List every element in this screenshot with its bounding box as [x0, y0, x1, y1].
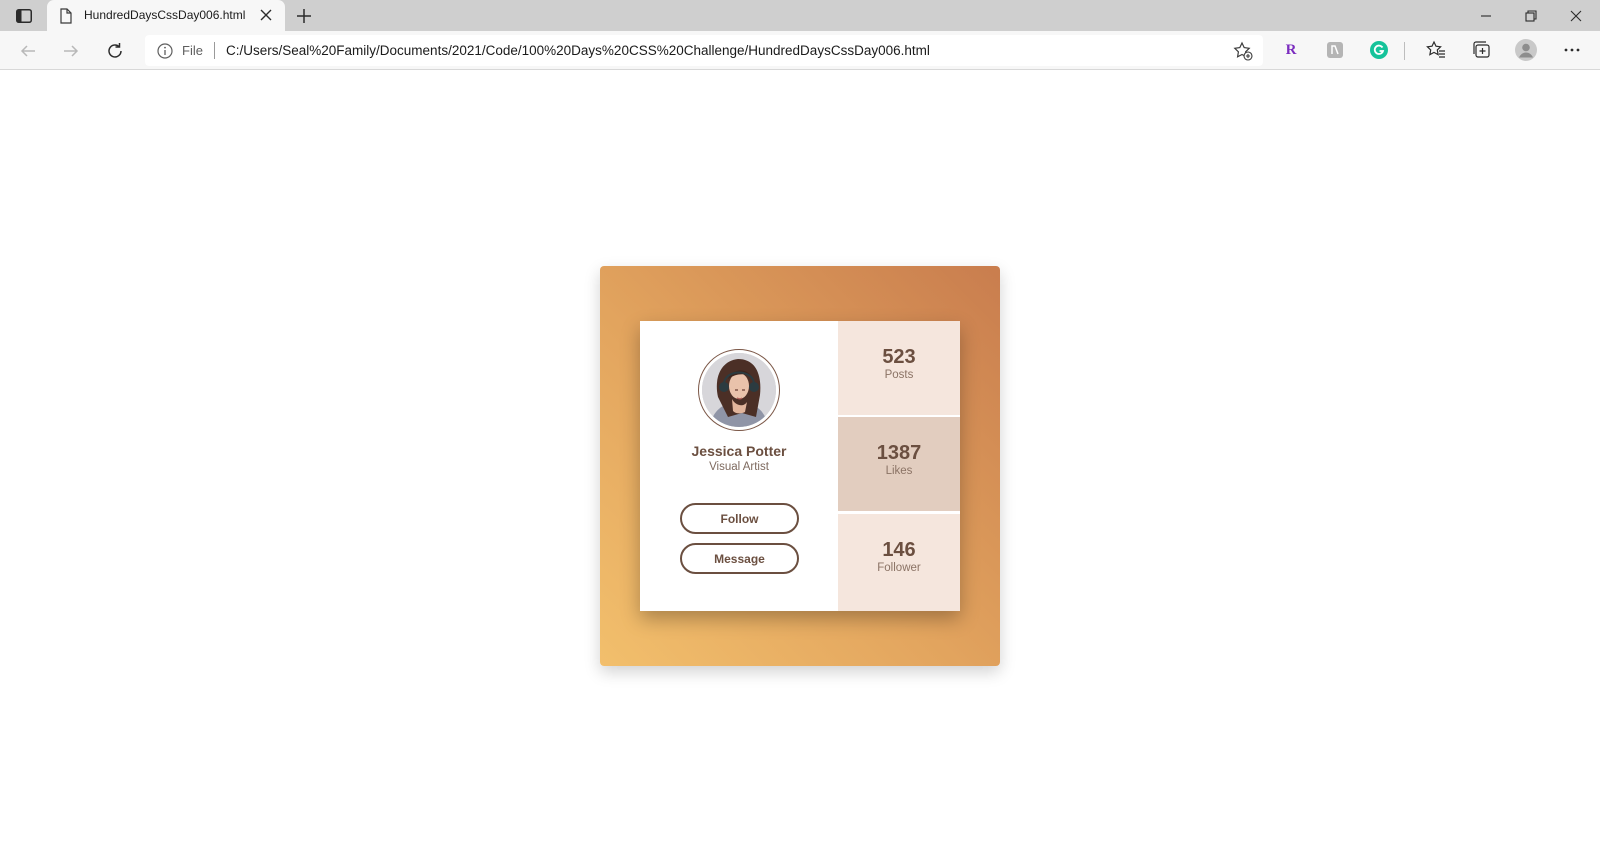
stat-label: Posts — [884, 369, 914, 381]
follow-button[interactable]: Follow — [680, 503, 799, 534]
info-icon[interactable] — [157, 43, 173, 59]
refresh-icon[interactable] — [103, 39, 127, 63]
scheme-label: File — [182, 43, 203, 58]
profile-name: Jessica Potter — [691, 443, 787, 459]
avatar-photo — [702, 353, 776, 427]
browser-toolbar: File C:/Users/Seal%20Family/Documents/20… — [0, 31, 1600, 70]
file-icon — [59, 8, 73, 24]
add-favorite-icon[interactable] — [1233, 41, 1253, 61]
restore-icon[interactable] — [1519, 4, 1543, 28]
profile-info-panel: Jessica Potter Visual Artist Follow Mess… — [640, 321, 838, 611]
browser-tab[interactable]: HundredDaysCssDay006.html — [47, 0, 285, 31]
stat-followers: 146 Follower — [838, 514, 960, 611]
address-bar[interactable]: File C:/Users/Seal%20Family/Documents/20… — [145, 35, 1263, 66]
collections-icon[interactable] — [1470, 39, 1492, 61]
avatar — [698, 349, 780, 431]
grammarly-icon[interactable] — [1368, 39, 1390, 61]
extension-r-icon[interactable]: R — [1280, 39, 1302, 61]
back-icon[interactable] — [16, 39, 40, 63]
gradient-frame: Jessica Potter Visual Artist Follow Mess… — [600, 266, 1000, 666]
favorites-icon[interactable] — [1425, 39, 1447, 61]
stat-value: 146 — [882, 539, 916, 561]
tab-actions-icon[interactable] — [14, 6, 34, 26]
profile-card: Jessica Potter Visual Artist Follow Mess… — [640, 321, 960, 611]
stat-posts: 523 Posts — [838, 321, 960, 415]
forward-icon[interactable] — [59, 39, 83, 63]
address-divider — [214, 42, 215, 59]
toolbar-divider — [1404, 42, 1405, 60]
message-button[interactable]: Message — [680, 543, 799, 574]
new-tab-icon[interactable] — [294, 6, 314, 26]
stat-value: 1387 — [876, 442, 922, 464]
settings-more-icon[interactable] — [1561, 39, 1583, 61]
stat-label: Likes — [885, 465, 913, 477]
url-text[interactable]: C:/Users/Seal%20Family/Documents/2021/Co… — [226, 43, 930, 58]
close-window-icon[interactable] — [1564, 4, 1588, 28]
title-bar: HundredDaysCssDay006.html — [0, 0, 1600, 31]
stat-value: 523 — [882, 346, 916, 368]
profile-avatar-icon[interactable] — [1515, 39, 1537, 61]
profile-role: Visual Artist — [709, 461, 769, 473]
minimize-icon[interactable] — [1474, 4, 1498, 28]
stat-likes: 1387 Likes — [838, 417, 960, 511]
close-tab-icon[interactable] — [259, 8, 273, 22]
extension-r-label: R — [1285, 41, 1297, 58]
tab-title: HundredDaysCssDay006.html — [84, 8, 246, 22]
stat-label: Follower — [877, 562, 921, 574]
extension-icon[interactable] — [1324, 39, 1346, 61]
